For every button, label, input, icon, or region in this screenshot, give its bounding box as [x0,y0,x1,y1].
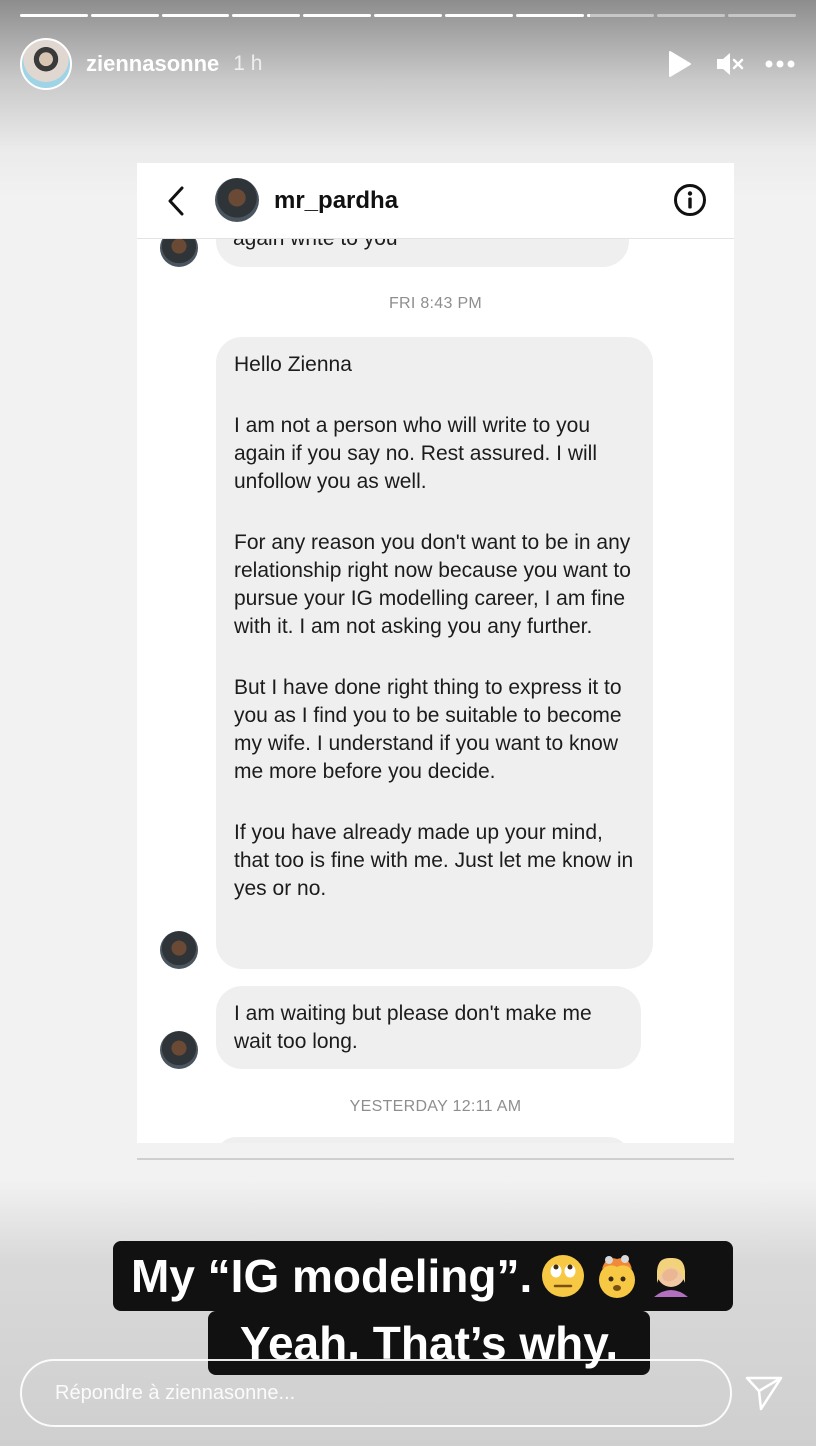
message-bubble: Hello Zienna I am not a person who will … [216,337,653,969]
story-username[interactable]: ziennasonne [86,51,219,77]
dm-avatar[interactable] [215,178,259,222]
story-time: 1 h [233,52,263,75]
story-header: ziennasonne 1 h [20,38,796,90]
message-avatar [160,1031,198,1069]
divider [137,1158,734,1160]
progress-segment [161,14,230,17]
progress-segment [657,14,726,17]
progress-segment [303,14,372,17]
info-icon[interactable] [673,183,707,217]
reply-input[interactable] [20,1359,732,1427]
message-avatar [160,931,198,969]
timestamp: YESTERDAY 12:11 AM [349,1098,522,1115]
story-controls [664,48,796,80]
message-paragraph: Hello Zienna [234,353,352,376]
more-icon[interactable] [764,48,796,80]
message-paragraph: But I have done right thing to express i… [234,676,622,783]
progress-segment [515,14,584,17]
dm-username[interactable]: mr_pardha [274,187,398,215]
caption-sticker: My “IG modeling”. [113,1241,733,1311]
progress-segment [232,14,301,17]
dm-header: mr_pardha [137,163,734,239]
dm-screenshot: mr_pardha again write to you FRI 8:43 PM… [137,163,734,1143]
progress-segment [374,14,442,17]
exploding-head-emoji [594,1253,640,1299]
eye-roll-emoji [540,1253,586,1299]
play-icon[interactable] [664,48,696,80]
send-icon[interactable] [744,1372,784,1412]
progress-segment [20,14,88,17]
message-text: I am waiting but please don't make me wa… [234,1002,592,1053]
facepalm-emoji [648,1253,694,1299]
message-paragraph: For any reason you don't want to be in a… [234,531,631,638]
message-paragraph: I am not a person who will write to you … [234,414,598,493]
back-arrow-icon[interactable] [161,183,191,219]
message-bubble: I am waiting but please don't make me wa… [216,986,641,1069]
caption-line-1: My “IG modeling”. [131,1250,533,1302]
message-paragraph: If you have already made up your mind, t… [234,821,634,900]
progress-segment [90,14,159,17]
progress-segment [444,14,513,17]
story-avatar[interactable] [20,38,72,90]
story-progress-bar [20,14,796,17]
message-bubble-partial [216,1137,629,1143]
timestamp: FRI 8:43 PM [388,295,483,312]
progress-segment [728,14,796,17]
mute-icon[interactable] [714,48,746,80]
progress-segment-current [586,14,655,17]
